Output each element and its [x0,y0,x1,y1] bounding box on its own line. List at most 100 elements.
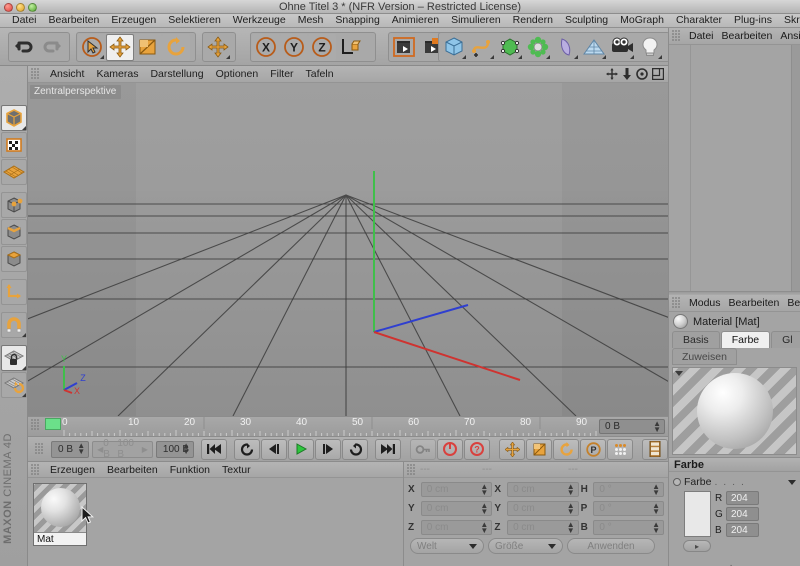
viewport-3d-canvas[interactable]: Zentralperspektive Y Z X [28,83,668,416]
color-swatch[interactable] [684,491,711,537]
menu-animieren[interactable]: Animieren [386,14,445,27]
viewport-menu-ansicht[interactable]: Ansicht [44,67,90,82]
viewport-menu-tafeln[interactable]: Tafeln [300,67,340,82]
size-z-field[interactable]: 0 cm ▲ ▼ [507,520,579,535]
step-back-keyframe-button[interactable] [234,438,261,460]
undo-button[interactable] [10,34,38,61]
texture-mode-tool-button[interactable] [1,132,27,158]
nurbs-button[interactable] [496,34,524,61]
object-menu-datei[interactable]: Datei [685,29,718,44]
menu-skript[interactable]: Skript [778,14,800,27]
viewport-menu-kameras[interactable]: Kameras [90,67,144,82]
menu-bearbeiten[interactable]: Bearbeiten [43,14,106,27]
rotation-b-field[interactable]: 0 ° ▲ ▼ [593,520,665,535]
viewport-menu-optionen[interactable]: Optionen [210,67,265,82]
axis-mode-tool-button[interactable] [1,279,27,305]
material-editor-preview[interactable] [672,367,797,455]
object-manager-scrollbar[interactable] [791,45,800,291]
document-length-field[interactable]: 100 B ▲ ▼ [155,440,195,458]
rotation-h-field[interactable]: 0 ° ▲ ▼ [593,482,665,497]
color-r-field[interactable]: 204 [726,491,759,505]
coordinate-mode-select[interactable]: Größe [488,538,563,554]
menu-rendern[interactable]: Rendern [507,14,559,27]
menu-snapping[interactable]: Snapping [329,14,385,27]
menu-simulieren[interactable]: Simulieren [445,14,507,27]
color-mode-chevron-down-icon[interactable] [788,479,796,485]
position-x-stepper-icon[interactable]: ▲ ▼ [480,482,488,496]
current-time-field[interactable]: 0 B ▲ ▼ [51,440,90,458]
redo-button[interactable] [38,34,66,61]
axis-z-toggle-button[interactable]: Z [308,33,336,61]
transport-grip-icon[interactable] [35,443,44,455]
light-button[interactable] [636,34,664,61]
timeline-frame-field[interactable]: 0 B ▲ ▼ [599,419,665,434]
polygon-mode-tool-button[interactable] [1,246,27,272]
model-mode-tool-button[interactable] [1,105,27,131]
timeline-frame-stepper-icon[interactable]: ▲ ▼ [653,419,661,433]
material-menu-funktion[interactable]: Funktion [164,463,216,477]
document-length-stepper-icon[interactable]: ▲ ▼ [182,442,190,456]
cube-primitive-button[interactable] [440,34,468,61]
spline-button[interactable] [468,34,496,61]
timeline-ruler[interactable]: 0 10 20 30 40 50 60 70 80 90 100 [44,417,597,436]
material-name-label[interactable]: Mat [34,532,86,545]
edge-mode-tool-button[interactable] [1,219,27,245]
rotate-tool-button[interactable] [162,33,190,61]
object-manager-grip-icon[interactable] [672,30,681,42]
render-view-button[interactable] [390,34,418,61]
workplane-tool-button[interactable] [1,372,27,398]
tab-basis[interactable]: Basis [672,331,720,348]
size-z-stepper-icon[interactable]: ▲ ▼ [567,520,575,534]
position-z-field[interactable]: 0 cm ▲ ▼ [420,520,493,535]
position-y-field[interactable]: 0 cm ▲ ▼ [420,501,493,516]
record-scale-button[interactable] [526,438,553,460]
material-editor-grip-icon[interactable] [672,297,681,309]
record-parameter-button[interactable]: P [580,438,607,460]
record-position-button[interactable] [499,438,526,460]
editor-menu-bearbeiten[interactable]: Bearbeiten [725,296,784,311]
object-menu-ansicht[interactable]: Ansic [776,29,800,44]
floor-button[interactable] [580,34,608,61]
material-manager-grip-icon[interactable] [31,463,40,476]
coordinate-system-select[interactable]: Welt [410,538,484,554]
menu-plugins[interactable]: Plug-ins [728,14,778,27]
camera-button[interactable] [608,34,636,61]
rotation-p-stepper-icon[interactable]: ▲ ▼ [652,501,660,515]
timeline-view-button[interactable] [642,438,669,460]
size-y-stepper-icon[interactable]: ▲ ▼ [567,501,575,515]
color-b-field[interactable]: 204 [726,523,759,537]
color-picker-expand-button[interactable]: ▸ [683,540,711,552]
current-time-stepper-icon[interactable]: ▲ ▼ [77,442,85,456]
move-extra-tool-button[interactable] [204,34,232,61]
editor-menu-modus[interactable]: Modus [685,296,725,311]
go-to-end-button[interactable] [375,438,402,460]
move-tool-button[interactable] [106,33,134,61]
step-forward-keyframe-button[interactable] [342,438,369,460]
menu-erzeugen[interactable]: Erzeugen [105,14,162,27]
lock-axis-tool-button[interactable] [1,345,27,371]
range-next-arrow-icon[interactable]: ▶ [142,445,148,454]
keyframe-help-button[interactable]: ? [464,438,491,460]
size-x-stepper-icon[interactable]: ▲ ▼ [567,482,575,496]
deformer-button[interactable] [552,34,580,61]
editor-menu-benutzerdaten[interactable]: Ben [783,296,800,311]
preview-range-field[interactable]: ◀ 0 B 100 B ▶ [92,438,153,460]
menu-charakter[interactable]: Charakter [670,14,728,27]
go-to-start-button[interactable] [201,438,228,460]
live-selection-tool-button[interactable] [78,33,106,61]
dolly-icon[interactable] [622,68,632,83]
play-backwards-button[interactable] [261,438,288,460]
position-x-field[interactable]: 0 cm ▲ ▼ [420,482,493,497]
world-coordinates-toggle-button[interactable] [336,34,364,61]
viewport-menu-filter[interactable]: Filter [264,67,299,82]
point-mode-tool-button[interactable] [1,192,27,218]
play-forward-button[interactable] [315,438,342,460]
preview-collapse-triangle-icon[interactable] [675,371,683,376]
position-y-stepper-icon[interactable]: ▲ ▼ [480,501,488,515]
record-pla-button[interactable] [607,438,634,460]
menu-datei[interactable]: Datei [6,14,43,27]
material-menu-bearbeiten[interactable]: Bearbeiten [101,463,164,477]
color-enable-radio[interactable] [673,478,681,486]
polygon-grid-tool-button[interactable] [1,159,27,185]
size-y-field[interactable]: 0 cm ▲ ▼ [507,501,579,516]
